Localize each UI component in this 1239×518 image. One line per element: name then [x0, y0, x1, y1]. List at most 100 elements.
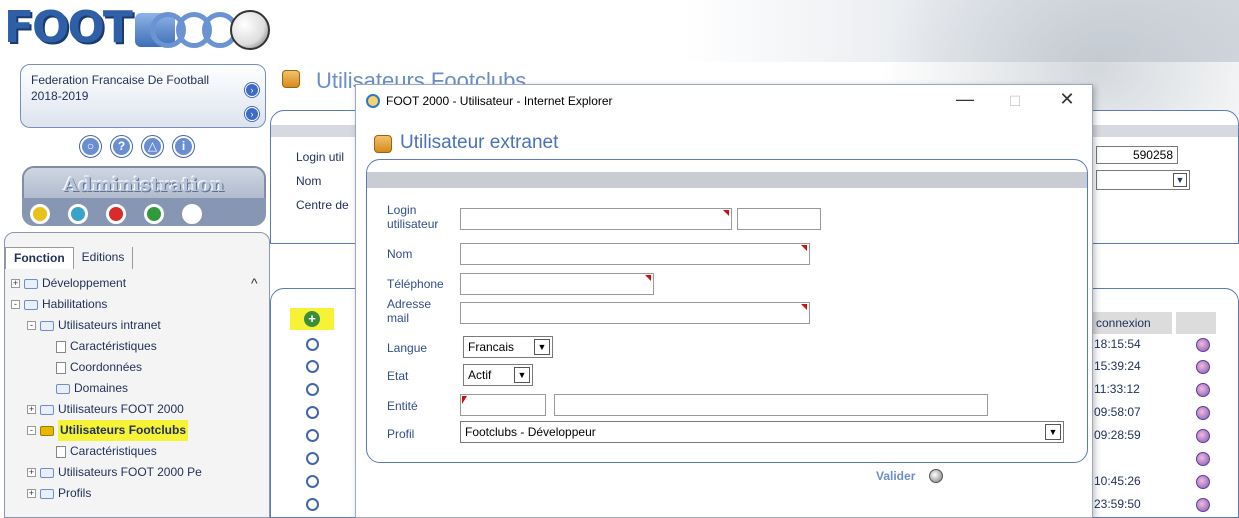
telephone-label: Téléphone — [387, 277, 444, 291]
adresse-mail-label: Adresse mail — [387, 298, 431, 324]
edit-row-icon[interactable] — [306, 383, 319, 396]
tree-item[interactable]: Caractéristiques — [11, 441, 265, 462]
telephone-input[interactable] — [460, 273, 654, 295]
chevron-down-icon[interactable]: ▼ — [534, 339, 550, 355]
langue-select[interactable]: Francais ▼ — [463, 336, 553, 358]
season-search-icon[interactable]: › — [245, 107, 259, 121]
federation-box: Federation Francaise De Football 2018-20… — [20, 64, 266, 128]
etat-value: Actif — [468, 368, 492, 382]
globe-icon[interactable] — [1196, 338, 1210, 352]
login-value-bg[interactable]: 590258 — [1096, 146, 1178, 164]
tree-item-label: Utilisateurs intranet — [58, 318, 161, 332]
chevron-down-icon[interactable]: ▼ — [1045, 424, 1061, 440]
collapse-icon[interactable]: - — [27, 426, 36, 435]
football-icon — [230, 10, 270, 50]
close-button[interactable]: ✕ — [1052, 89, 1082, 110]
plus-icon[interactable]: + — [304, 311, 320, 327]
power-icon[interactable]: ○ — [80, 136, 101, 157]
expand-icon[interactable]: + — [27, 405, 36, 414]
centre-label-bg: Centre de — [296, 198, 349, 212]
user-form: Login utilisateur Nom Téléphone Adresse … — [366, 159, 1088, 463]
tree-item-label: Habilitations — [42, 297, 108, 311]
login-label-bg: Login util — [296, 150, 345, 164]
window-titlebar: FOOT 2000 - Utilisateur - Internet Explo… — [356, 85, 1092, 117]
folder-icon — [24, 299, 38, 310]
tree-item[interactable]: + Utilisateurs FOOT 2000 Pe — [11, 462, 265, 483]
profil-select[interactable]: Footclubs - Développeur ▼ — [460, 421, 1064, 443]
entite-name-input[interactable] — [554, 394, 988, 416]
edit-row-icon[interactable] — [306, 360, 319, 373]
tree-item[interactable]: + Développement — [11, 273, 265, 294]
form-header-bar — [367, 172, 1087, 188]
tree-item[interactable]: Domaines — [11, 378, 265, 399]
edit-row-icon[interactable] — [306, 498, 319, 511]
red-module-icon[interactable] — [106, 204, 126, 224]
tree-item[interactable]: + Utilisateurs FOOT 2000 — [11, 399, 265, 420]
document-icon — [56, 361, 66, 374]
collapse-icon[interactable]: - — [27, 321, 36, 330]
blue-module-icon[interactable] — [68, 204, 88, 224]
tab-editions[interactable]: Editions — [74, 247, 134, 269]
nav-buttons: ○ ? △ i — [80, 136, 194, 157]
actions-header — [1176, 312, 1216, 334]
globe-icon[interactable] — [1196, 429, 1210, 443]
alert-icon[interactable]: △ — [142, 136, 163, 157]
profil-value: Footclubs - Développeur — [465, 425, 596, 439]
globe-icon[interactable] — [1196, 475, 1210, 489]
expand-icon[interactable]: + — [27, 468, 36, 477]
folder-icon — [24, 278, 38, 289]
globe-icon[interactable] — [1196, 406, 1210, 420]
login-label: Login utilisateur — [387, 204, 438, 230]
collapse-icon[interactable]: - — [11, 300, 20, 309]
edit-row-icon[interactable] — [306, 429, 319, 442]
centre-select-bg[interactable]: ▼ — [1096, 170, 1190, 190]
profil-label: Profil — [387, 427, 415, 441]
tree-item-label: Coordonnées — [70, 360, 143, 374]
tree-item[interactable]: + Profils — [11, 483, 265, 504]
globe-icon[interactable] — [1196, 360, 1210, 374]
globe-icon[interactable] — [1196, 498, 1210, 512]
chevron-down-icon[interactable]: ▼ — [1173, 173, 1187, 187]
chevron-down-icon[interactable]: ▼ — [514, 367, 530, 383]
tree-item-label: Profils — [58, 486, 92, 500]
function-tree: + Développement - Habilitations - Utilisateur… — [11, 273, 265, 504]
login-suffix-input[interactable] — [737, 208, 821, 230]
tree-item[interactable]: - Habilitations — [11, 294, 265, 315]
tree-item[interactable]: Coordonnées — [11, 357, 265, 378]
last-connection-cell: 10:45:26 — [1094, 474, 1141, 488]
entite-code-input[interactable] — [460, 394, 546, 416]
edit-row-icon[interactable] — [306, 475, 319, 488]
expand-icon[interactable]: + — [27, 489, 36, 498]
white-module-icon[interactable] — [182, 204, 202, 224]
globe-icon[interactable] — [1196, 383, 1210, 397]
folder-icon — [40, 488, 54, 499]
globe-icon[interactable] — [1196, 452, 1210, 466]
dialog-title: Utilisateur extranet — [400, 132, 559, 153]
tab-fonction[interactable]: Fonction — [5, 247, 74, 269]
help-icon[interactable]: ? — [111, 136, 132, 157]
yellow-module-icon[interactable] — [30, 204, 50, 224]
minimize-button[interactable]: — — [950, 89, 980, 110]
edit-row-icon[interactable] — [306, 338, 319, 351]
nom-input[interactable] — [460, 243, 810, 265]
tree-item[interactable]: Caractéristiques — [11, 336, 265, 357]
green-module-icon[interactable] — [144, 204, 164, 224]
valider-button[interactable]: Valider — [876, 469, 915, 483]
expand-icon[interactable]: + — [11, 279, 20, 288]
maximize-button[interactable]: ☐ — [1000, 93, 1030, 110]
edit-row-icon[interactable] — [306, 452, 319, 465]
federation-search-icon[interactable]: › — [245, 83, 259, 97]
tree-item[interactable]: - Utilisateurs intranet — [11, 315, 265, 336]
nom-label: Nom — [387, 247, 413, 261]
entite-label: Entité — [387, 399, 418, 413]
info-icon[interactable]: i — [173, 136, 194, 157]
submit-globe-icon[interactable] — [929, 469, 943, 483]
etat-select[interactable]: Actif ▼ — [463, 364, 533, 386]
email-input[interactable] — [460, 302, 810, 324]
tree-item[interactable]: - Utilisateurs Footclubs — [11, 420, 265, 441]
login-input[interactable] — [460, 208, 732, 230]
folder-icon — [40, 467, 54, 478]
tree-item-label: Utilisateurs FOOT 2000 — [58, 402, 184, 416]
federation-name: Federation Francaise De Football — [31, 73, 210, 87]
edit-row-icon[interactable] — [306, 406, 319, 419]
